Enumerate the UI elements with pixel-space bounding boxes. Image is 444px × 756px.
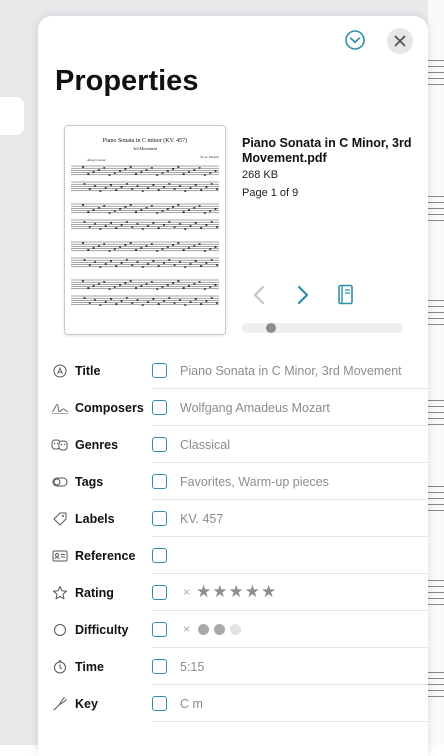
key-value[interactable]: C m: [180, 697, 203, 711]
composers-checkbox[interactable]: [152, 400, 167, 415]
labels-value[interactable]: KV. 457: [180, 512, 223, 526]
title-value[interactable]: Piano Sonata in C Minor, 3rd Movement: [180, 364, 402, 378]
chevron-left-icon: [254, 286, 264, 304]
property-row-time[interactable]: Time 5:15: [38, 648, 428, 685]
row-divider: [152, 721, 428, 722]
collapse-chevron-down-button[interactable]: [344, 29, 366, 51]
score-thumbnail-image: Piano Sonata in C minor (KV. 457) 3rd Mo…: [71, 137, 219, 306]
reference-checkbox[interactable]: [152, 548, 167, 563]
timer-icon: [51, 658, 69, 676]
property-row-rating[interactable]: Rating × ★★★★★: [38, 574, 428, 611]
page-slider[interactable]: [242, 323, 403, 333]
difficulty-dot-3[interactable]: [230, 624, 241, 635]
composer-signature-icon: [51, 399, 69, 417]
difficulty-dots[interactable]: [198, 624, 241, 635]
genres-checkbox[interactable]: [152, 437, 167, 452]
tag-toggle-icon: [51, 473, 69, 491]
property-label-key: Key: [75, 697, 98, 711]
property-row-tags[interactable]: Tags Favorites, Warm-up pieces: [38, 463, 428, 500]
star-icon: [51, 584, 69, 602]
next-page-button[interactable]: [292, 282, 314, 308]
file-size: 268 KB: [242, 169, 279, 181]
thumbnail-tempo: Allegro assai: [86, 158, 105, 162]
page-info: Page 1 of 9: [242, 187, 299, 199]
background-card: [0, 97, 24, 135]
difficulty-clear-button[interactable]: ×: [183, 622, 190, 636]
genres-value[interactable]: Classical: [180, 438, 230, 452]
property-label-reference: Reference: [75, 549, 136, 563]
close-button[interactable]: [387, 28, 413, 54]
chevron-down-circle-icon: [345, 30, 365, 50]
property-label-labels: Labels: [75, 512, 115, 526]
thumbnail-composer: W. A. Mozart: [200, 155, 219, 159]
property-row-reference[interactable]: Reference: [38, 537, 428, 574]
key-checkbox[interactable]: [152, 696, 167, 711]
properties-sheet: Properties Piano Sonata in C minor (KV. …: [38, 16, 428, 756]
rating-stars[interactable]: ★★★★★: [196, 582, 277, 602]
background-score-page: [428, 0, 444, 745]
id-card-icon: [51, 547, 69, 565]
tuning-fork-icon: [51, 695, 69, 713]
property-label-difficulty: Difficulty: [75, 623, 129, 637]
label-tag-icon: [51, 510, 69, 528]
property-row-title[interactable]: Title Piano Sonata in C Minor, 3rd Movem…: [38, 352, 428, 389]
property-label-time: Time: [75, 660, 104, 674]
tags-value[interactable]: Favorites, Warm-up pieces: [180, 475, 329, 489]
property-label-tags: Tags: [75, 475, 104, 489]
difficulty-checkbox[interactable]: [152, 622, 167, 637]
page-slider-knob[interactable]: [266, 323, 276, 333]
composers-value[interactable]: Wolfgang Amadeus Mozart: [180, 401, 330, 415]
time-checkbox[interactable]: [152, 659, 167, 674]
tags-checkbox[interactable]: [152, 474, 167, 489]
property-label-rating: Rating: [75, 586, 114, 600]
property-label-title: Title: [75, 364, 101, 378]
chevron-right-icon: [297, 285, 309, 305]
page-title: Properties: [55, 65, 199, 97]
property-label-genres: Genres: [75, 438, 119, 452]
difficulty-dot-2[interactable]: [214, 624, 225, 635]
circle-icon: [51, 621, 69, 639]
theater-masks-icon: [51, 436, 69, 454]
book-icon: [338, 284, 353, 305]
thumbnail-heading: Piano Sonata in C minor (KV. 457): [103, 137, 187, 144]
rating-checkbox[interactable]: [152, 585, 167, 600]
rating-clear-button[interactable]: ×: [183, 585, 190, 599]
difficulty-dot-1[interactable]: [198, 624, 209, 635]
property-row-key[interactable]: Key C m: [38, 685, 428, 722]
labels-checkbox[interactable]: [152, 511, 167, 526]
previous-page-button[interactable]: [248, 282, 270, 308]
property-label-composers: Composers: [75, 401, 144, 415]
title-checkbox[interactable]: [152, 363, 167, 378]
title-icon: [51, 362, 69, 380]
property-row-labels[interactable]: Labels KV. 457: [38, 500, 428, 537]
thumbnail-subheading: 3rd Movement: [133, 146, 158, 151]
file-name: Piano Sonata in C Minor, 3rd Movement.pd…: [242, 136, 412, 165]
open-score-button[interactable]: [335, 282, 357, 308]
property-row-difficulty[interactable]: Difficulty ×: [38, 611, 428, 648]
property-row-genres[interactable]: Genres Classical: [38, 426, 428, 463]
close-icon: [394, 35, 406, 47]
score-thumbnail[interactable]: Piano Sonata in C minor (KV. 457) 3rd Mo…: [64, 125, 226, 335]
time-value[interactable]: 5:15: [180, 660, 204, 674]
property-row-composers[interactable]: Composers Wolfgang Amadeus Mozart: [38, 389, 428, 426]
